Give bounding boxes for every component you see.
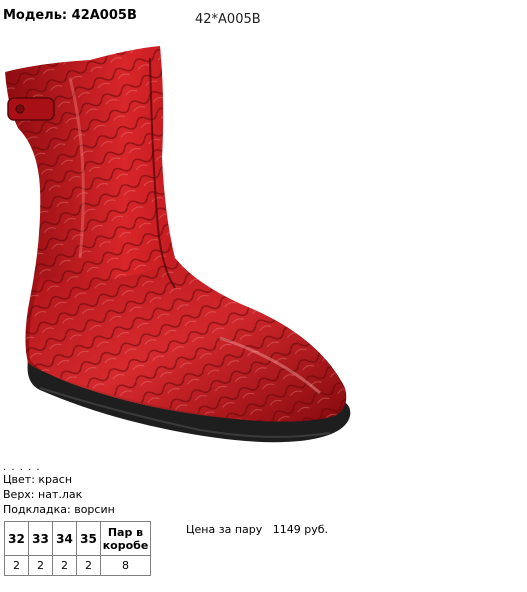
- size-value-33: 2: [28, 555, 53, 576]
- pairs-per-box-header: Пар в коробе: [100, 521, 151, 556]
- size-table: 32 33 34 35 Пар в коробе 2 2 2 2 8: [4, 521, 151, 576]
- price-value: 1149 руб.: [272, 523, 329, 536]
- size-header-35: 35: [76, 521, 101, 556]
- size-value-35: 2: [76, 555, 101, 576]
- size-header-34: 34: [52, 521, 77, 556]
- price-label: Цена за пару: [186, 523, 263, 536]
- size-value-34: 2: [52, 555, 77, 576]
- model-title: Модель: 42А005В: [3, 8, 137, 23]
- model-code: 42*А005В: [195, 12, 261, 27]
- pairs-per-box-value: 8: [100, 555, 151, 576]
- size-table-value-row: 2 2 2 2 8: [4, 555, 151, 576]
- attr-upper: Верх: нат.лак: [3, 488, 83, 501]
- size-table-header-row: 32 33 34 35 Пар в коробе: [4, 521, 151, 556]
- size-header-32: 32: [4, 521, 29, 556]
- product-image: [5, 46, 351, 443]
- size-value-32: 2: [4, 555, 29, 576]
- size-header-33: 33: [28, 521, 53, 556]
- attr-lining: Подкладка: ворсин: [3, 503, 115, 516]
- price: Цена за пару 1149 руб.: [186, 523, 328, 536]
- dots-separator: . . . . .: [3, 462, 41, 473]
- attr-color: Цвет: красн: [3, 473, 73, 486]
- boot-strap-tab: [7, 97, 55, 121]
- boot-strap-button: [15, 104, 25, 114]
